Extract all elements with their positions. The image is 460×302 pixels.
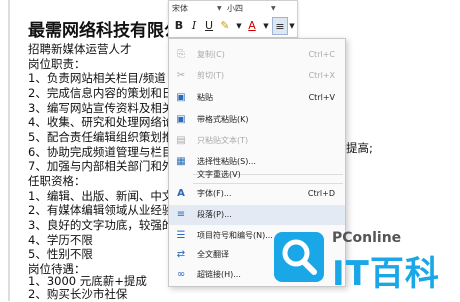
- highlight-icon[interactable]: ✎: [218, 17, 232, 35]
- menu-item-cut[interactable]: ✂ 剪切(T) Ctrl+X: [169, 66, 345, 86]
- watermark-brand: PConline: [332, 230, 402, 246]
- menu-item-paste-text[interactable]: ▤ 只粘贴文本(T): [169, 131, 345, 151]
- font-size-select[interactable]: 小四: [227, 3, 267, 15]
- font-name-select[interactable]: 宋体: [172, 3, 214, 15]
- chevron-down-icon[interactable]: ▼: [271, 5, 276, 12]
- doc-line: 2、完成信息内容的策划和日: [28, 86, 174, 100]
- doc-line: 2、有媒体编辑领域从业经验: [28, 203, 174, 217]
- italic-icon[interactable]: I: [187, 17, 201, 35]
- doc-line: 2、购买长沙市社保: [28, 287, 128, 301]
- menu-item-font[interactable]: A 字体(F)... Ctrl+D: [169, 184, 345, 204]
- document-heading: 最需网络科技有限公: [28, 21, 181, 41]
- doc-line: 4、收集、研究和处理网络论: [28, 115, 174, 129]
- doc-line: 7、加强与内部相关部门和外: [28, 159, 174, 173]
- align-icon[interactable]: ≡: [272, 17, 288, 35]
- font-color-icon[interactable]: A: [245, 17, 259, 35]
- underline-icon[interactable]: U: [202, 17, 216, 35]
- list-numbering-icon: ☰: [176, 230, 186, 241]
- doc-line: 招聘新媒体运营人才: [28, 42, 132, 56]
- paste-icon: ▣: [176, 92, 186, 103]
- menu-item-paste[interactable]: ▣ 粘贴 Ctrl+V: [169, 88, 345, 108]
- paste-text-icon: ▤: [176, 135, 186, 146]
- magnifier-logo-icon: [274, 232, 324, 282]
- doc-line: 5、性别不限: [28, 247, 93, 261]
- copy-icon: ⎘: [177, 49, 185, 60]
- floating-format-toolbar: 宋体 ▼ 小四 ▼ B I U ✎ ▼ A ▼ ≡ ▼: [168, 0, 298, 38]
- menu-item-paste-formatted[interactable]: ▣ 带格式粘贴(K): [169, 110, 345, 130]
- hyperlink-icon: ∞: [176, 269, 186, 280]
- watermark-slogan: IT百科: [332, 254, 440, 294]
- doc-line: 5、配合责任编辑组织策划推: [28, 130, 174, 144]
- chevron-down-icon[interactable]: ▼: [217, 5, 222, 12]
- watermark-logo: PConline IT百科: [274, 226, 460, 301]
- paste-formatted-icon: ▣: [176, 114, 186, 125]
- chevron-down-icon[interactable]: ▼: [232, 17, 246, 35]
- margin-bar: [8, 0, 10, 301]
- menu-item-paragraph[interactable]: ≡ 段落(P)...: [169, 205, 345, 225]
- bold-icon[interactable]: B: [172, 17, 186, 35]
- font-icon: A: [177, 188, 185, 199]
- cut-icon: ✂: [176, 70, 186, 81]
- doc-line: 3、良好的文字功底，较强的: [28, 218, 174, 232]
- doc-line: 任职资格：: [28, 174, 86, 188]
- doc-line-tail: 提高;: [346, 141, 373, 155]
- chevron-down-icon[interactable]: ▼: [287, 17, 297, 35]
- menu-item-copy[interactable]: ⎘ 复制(C) Ctrl+C: [169, 45, 345, 65]
- doc-line: 1、负责网站相关栏目/频道: [28, 71, 166, 85]
- chevron-down-icon[interactable]: ▼: [259, 17, 273, 35]
- translate-icon: ⇄: [176, 249, 186, 260]
- menu-item-reselect[interactable]: 文字重选(V): [169, 165, 345, 185]
- paragraph-icon: ≡: [176, 209, 186, 220]
